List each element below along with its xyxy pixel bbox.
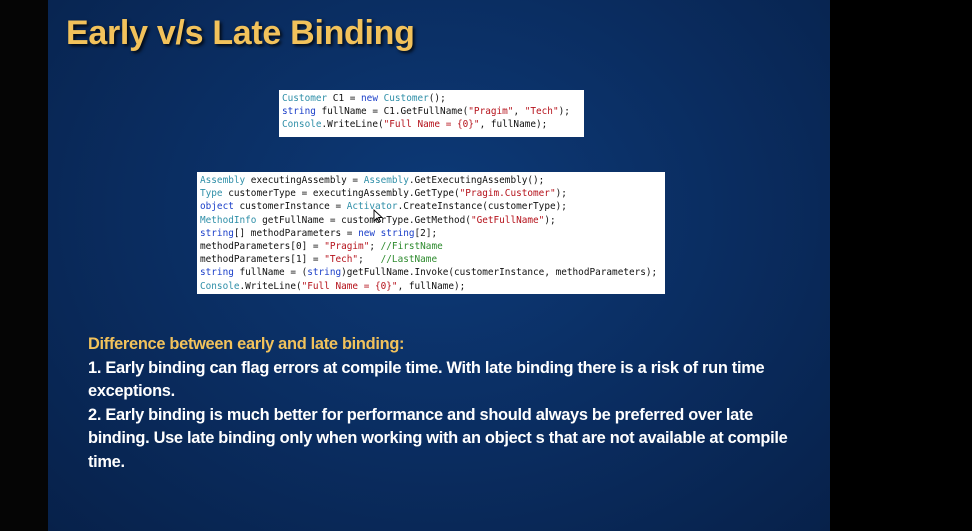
code-line: Assembly executingAssembly = Assembly.Ge… (200, 175, 545, 186)
difference-point-2: 2. Early binding is much better for perf… (88, 405, 788, 471)
code-line: string fullName = (string)getFullName.In… (200, 267, 658, 279)
mouse-cursor-icon (373, 209, 383, 223)
right-black-bar (830, 0, 972, 531)
code-line: string fullName = C1.GetFullName("Pragim… (282, 106, 570, 118)
code-line: Type customerType = executingAssembly.Ge… (200, 188, 567, 200)
presentation-slide: Early v/s Late Binding Customer C1 = new… (48, 0, 830, 531)
code-line: object customerInstance = Activator.Crea… (200, 201, 567, 213)
code-line: methodParameters[0] = "Pragim"; //FirstN… (200, 241, 443, 253)
code-line: MethodInfo getFullName = customerType.Ge… (200, 214, 556, 226)
early-binding-code-snippet: Customer C1 = new Customer(); string full… (279, 90, 584, 137)
code-line: Console.WriteLine("Full Name = {0}", ful… (200, 280, 466, 292)
code-line: methodParameters[1] = "Tech"; //LastName (200, 254, 438, 266)
difference-point-1: 1. Early binding can flag errors at comp… (88, 358, 765, 401)
late-binding-code-snippet: Assembly executingAssembly = Assembly.Ge… (197, 172, 665, 294)
difference-heading: Difference between early and late bindin… (88, 335, 405, 353)
code-line: Customer C1 = new Customer(); (282, 93, 446, 104)
code-line: Console.WriteLine("Full Name = {0}", ful… (282, 119, 548, 131)
slide-title: Early v/s Late Binding (66, 14, 415, 52)
code-line: string[] methodParameters = new string[2… (200, 227, 438, 239)
difference-section: Difference between early and late bindin… (88, 333, 818, 474)
